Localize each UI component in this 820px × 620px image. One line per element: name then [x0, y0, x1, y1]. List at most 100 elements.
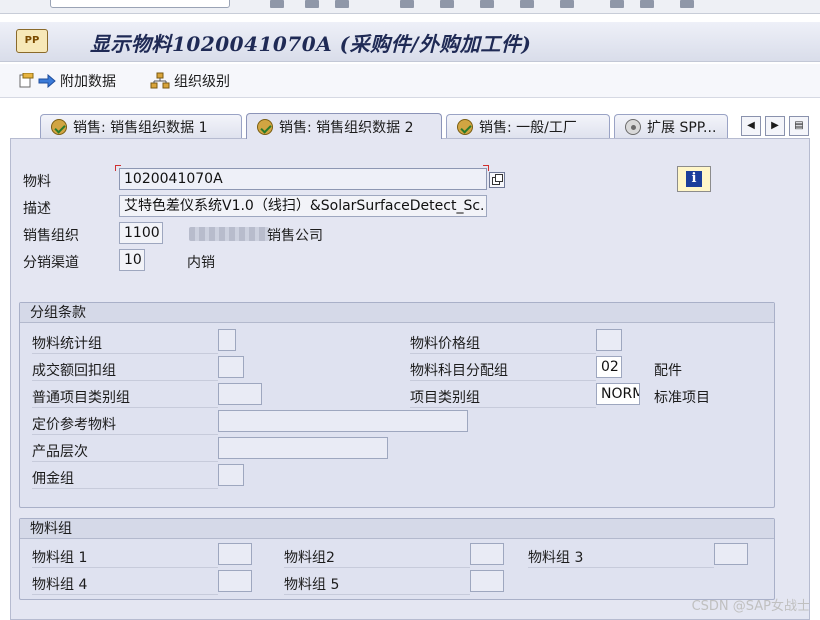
- divider: [32, 353, 218, 354]
- item-cat-group-label: 项目类别组: [410, 390, 480, 406]
- toolbar-icon[interactable]: [440, 0, 454, 8]
- commission-group-label: 佣金组: [32, 471, 74, 487]
- tab-prev-button[interactable]: ◀: [741, 116, 761, 136]
- tab-sales-general-plant[interactable]: 销售: 一般/工厂: [446, 114, 610, 138]
- tab-label: 扩展 SPP...: [647, 119, 717, 136]
- tab-label: 销售: 销售组织数据 2: [279, 119, 414, 136]
- tab-list-button[interactable]: ▤: [789, 116, 809, 136]
- divider: [410, 407, 596, 408]
- command-field[interactable]: [50, 0, 230, 8]
- document-icon: [19, 73, 34, 88]
- tab-sales-org-data-1[interactable]: 销售: 销售组织数据 1: [40, 114, 242, 138]
- sales-org-desc: 销售公司: [267, 228, 323, 244]
- divider: [32, 488, 218, 489]
- toolbar-icon[interactable]: [640, 0, 654, 8]
- product-hierarchy-field: [218, 437, 388, 459]
- product-hierarchy-label: 产品层次: [32, 444, 88, 460]
- mat-group-5-label: 物料组 5: [284, 577, 340, 593]
- divider: [284, 594, 470, 595]
- material-field[interactable]: 1020041070A: [119, 168, 487, 190]
- group-title: 分组条款: [20, 303, 774, 323]
- org-hierarchy-icon: [150, 72, 170, 89]
- rebate-group-label: 成交额回扣组: [32, 363, 116, 379]
- gear-icon: [625, 118, 641, 135]
- info-button[interactable]: i: [677, 166, 711, 192]
- divider: [32, 461, 218, 462]
- mat-price-group-label: 物料价格组: [410, 336, 480, 352]
- item-cat-group-field: NORM: [596, 383, 640, 405]
- toolbar-icon[interactable]: [400, 0, 414, 8]
- page-title: 显示物料1020041070A (采购件/外购加工件): [90, 32, 532, 56]
- arrow-right-icon: [38, 74, 56, 88]
- check-icon: [457, 118, 473, 135]
- tab-sales-org-data-2[interactable]: 销售: 销售组织数据 2: [246, 113, 442, 139]
- material-label: 物料: [23, 174, 51, 190]
- dist-channel-field: 10: [119, 249, 145, 271]
- divider: [410, 353, 596, 354]
- tab-extend-spp[interactable]: 扩展 SPP...: [614, 114, 728, 138]
- divider: [284, 567, 470, 568]
- description-label: 描述: [23, 201, 51, 217]
- focus-corner-icon: [115, 165, 121, 171]
- grouping-terms-group: 分组条款 物料统计组 成交额回扣组 普通项目类别组 定价参考物料 产品层次 佣金…: [19, 302, 775, 508]
- additional-data-label: 附加数据: [60, 74, 116, 90]
- toolbar-icon[interactable]: [480, 0, 494, 8]
- application-toolbar: 附加数据 组织级别: [0, 64, 820, 98]
- toolbar-icon[interactable]: [610, 0, 624, 8]
- toolbar-icon[interactable]: [270, 0, 284, 8]
- group-title: 物料组: [20, 519, 774, 539]
- mat-stat-group-label: 物料统计组: [32, 336, 102, 352]
- gen-item-cat-group-field: [218, 383, 262, 405]
- pricing-ref-mat-label: 定价参考物料: [32, 417, 116, 433]
- transaction-icon: PP: [16, 29, 48, 53]
- copy-icon[interactable]: [489, 172, 505, 188]
- mat-group-1-field: [218, 543, 252, 565]
- redacted-text: [189, 227, 269, 241]
- material-groups-group: 物料组 物料组 1 物料组2 物料组 3 物料组 4 物料组 5: [19, 518, 775, 600]
- divider: [32, 594, 218, 595]
- additional-data-button[interactable]: 附加数据: [18, 71, 116, 91]
- system-toolbar: [0, 0, 820, 14]
- toolbar-icon[interactable]: [335, 0, 349, 8]
- divider: [32, 407, 218, 408]
- org-levels-button[interactable]: 组织级别: [150, 71, 230, 91]
- acct-assign-group-label: 物料科目分配组: [410, 363, 508, 379]
- mat-price-group-field: [596, 329, 622, 351]
- gen-item-cat-group-label: 普通项目类别组: [32, 390, 130, 406]
- mat-group-2-label: 物料组2: [284, 550, 335, 566]
- tab-label: 销售: 一般/工厂: [479, 119, 577, 136]
- check-icon: [51, 118, 67, 135]
- toolbar-icon[interactable]: [680, 0, 694, 8]
- focus-corner-icon: [483, 165, 489, 171]
- tab-content: 物料 1020041070A i 描述 艾特色差仪系统V1.0（线扫）&Sola…: [10, 138, 810, 620]
- tab-label: 销售: 销售组织数据 1: [73, 119, 208, 136]
- title-bar: PP 显示物料1020041070A (采购件/外购加工件): [0, 22, 820, 62]
- mat-group-3-field: [714, 543, 748, 565]
- tab-next-button[interactable]: ▶: [765, 116, 785, 136]
- item-cat-group-desc: 标准项目: [654, 390, 710, 406]
- toolbar-icon[interactable]: [560, 0, 574, 8]
- mat-group-2-field: [470, 543, 504, 565]
- mat-group-3-label: 物料组 3: [528, 550, 584, 566]
- toolbar-icon[interactable]: [520, 0, 534, 8]
- pricing-ref-mat-field: [218, 410, 468, 432]
- sales-org-label: 销售组织: [23, 228, 79, 244]
- dist-channel-desc: 内销: [187, 255, 215, 271]
- org-levels-label: 组织级别: [174, 74, 230, 90]
- mat-group-1-label: 物料组 1: [32, 550, 88, 566]
- mat-group-4-field: [218, 570, 252, 592]
- divider: [528, 567, 714, 568]
- divider: [32, 380, 218, 381]
- dist-channel-label: 分销渠道: [23, 255, 79, 271]
- divider: [32, 567, 218, 568]
- rebate-group-field: [218, 356, 244, 378]
- watermark: CSDN @SAP女战士: [691, 599, 810, 614]
- acct-assign-group-desc: 配件: [654, 363, 682, 379]
- toolbar-icon[interactable]: [305, 0, 319, 8]
- divider: [410, 380, 596, 381]
- tab-strip: 销售: 销售组织数据 1 销售: 销售组织数据 2 销售: 一般/工厂 扩展 S…: [0, 104, 820, 139]
- divider: [32, 434, 218, 435]
- description-field: 艾特色差仪系统V1.0（线扫）&SolarSurfaceDetect_Sc...: [119, 195, 487, 217]
- mat-group-5-field: [470, 570, 504, 592]
- sales-org-field: 1100: [119, 222, 163, 244]
